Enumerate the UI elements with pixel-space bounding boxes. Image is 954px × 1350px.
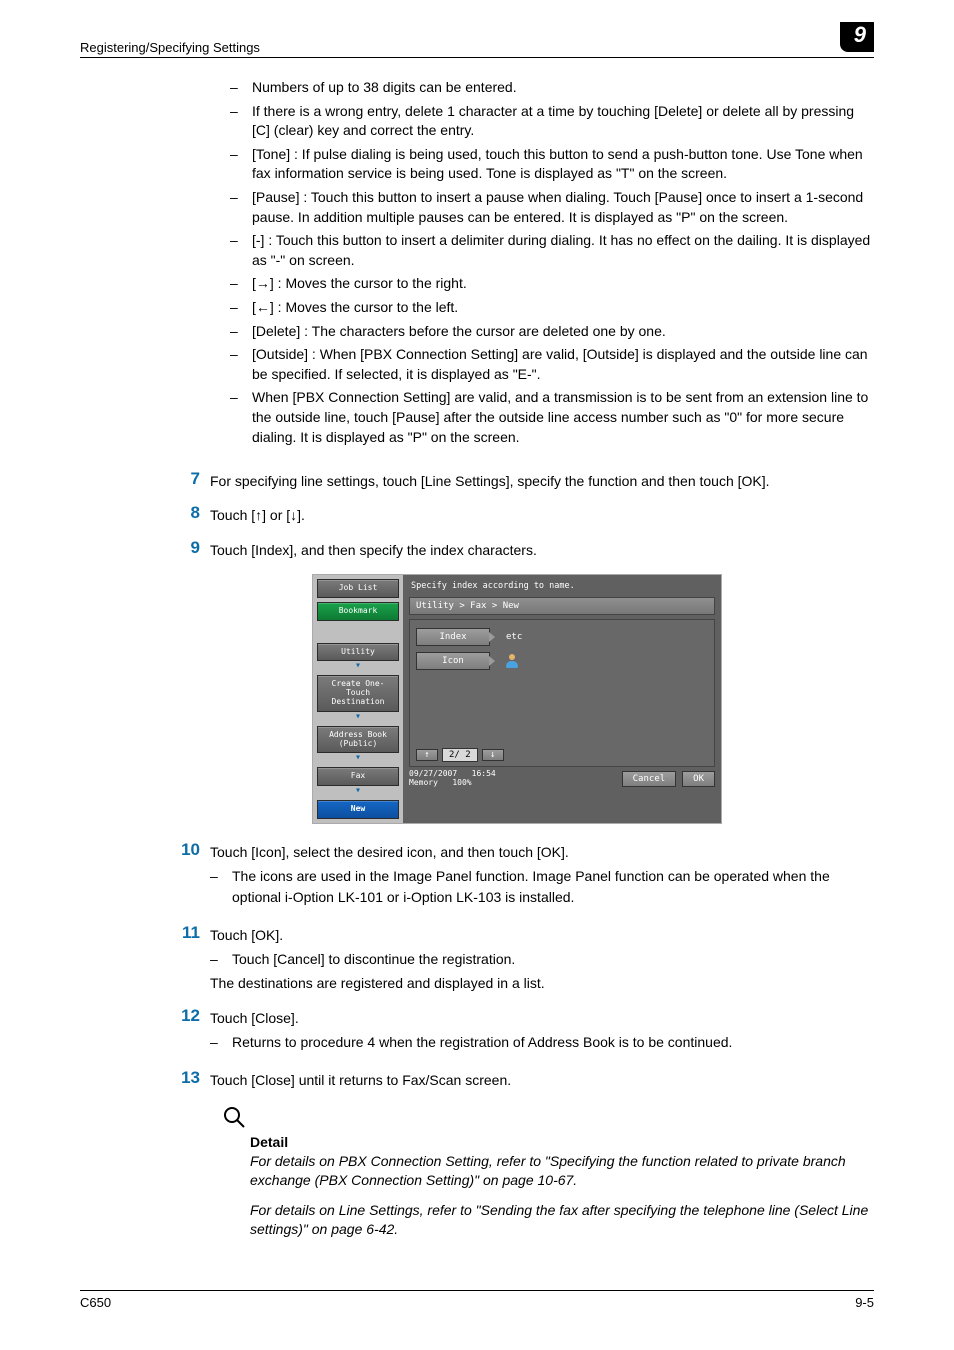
- step-number: 10: [160, 840, 200, 860]
- footer-time: 16:54: [472, 769, 496, 778]
- step-number: 8: [160, 503, 200, 523]
- detail-heading: Detail: [250, 1134, 874, 1150]
- footer-mem-value: 100%: [452, 778, 471, 787]
- fax-button[interactable]: Fax: [317, 767, 399, 786]
- footer-left: C650: [80, 1295, 111, 1310]
- step-12: 12 Touch [Close]. Returns to procedure 4…: [160, 1008, 874, 1057]
- user-icon: [506, 654, 520, 668]
- list-item: [→] : Moves the cursor to the right.: [230, 274, 874, 294]
- list-item: Numbers of up to 38 digits can be entere…: [230, 78, 874, 98]
- footer-right: 9-5: [855, 1295, 874, 1310]
- index-row: Index etc: [416, 628, 708, 646]
- index-value: etc: [506, 632, 522, 642]
- device-title: Specify index according to name.: [409, 579, 715, 593]
- step-number: 7: [160, 469, 200, 489]
- page-up-button[interactable]: ↑: [416, 749, 438, 761]
- step-text: For specifying line settings, touch [Lin…: [210, 471, 874, 491]
- list-item: [Pause] : Touch this button to insert a …: [230, 188, 874, 227]
- device-footer: 09/27/2007 16:54 Memory 100% Cancel OK: [409, 767, 715, 788]
- step-number: 9: [160, 538, 200, 558]
- list-item: [Delete] : The characters before the cur…: [230, 322, 874, 342]
- bookmark-button[interactable]: Bookmark: [317, 602, 399, 621]
- list-item: When [PBX Connection Setting] are valid,…: [230, 388, 874, 447]
- page-header: Registering/Specifying Settings 9: [80, 40, 874, 58]
- section-title: Registering/Specifying Settings: [80, 40, 260, 55]
- notes-list: Numbers of up to 38 digits can be entere…: [230, 78, 874, 447]
- arrow-down-icon: ▾: [313, 752, 403, 763]
- new-button[interactable]: New: [317, 800, 399, 819]
- create-destination-button[interactable]: Create One-Touch Destination: [317, 675, 399, 711]
- page-down-button[interactable]: ↓: [482, 749, 504, 761]
- list-item: [Outside] : When [PBX Connection Setting…: [230, 345, 874, 384]
- device-tray: Index etc Icon ↑ 2/ 2 ↓: [409, 619, 715, 767]
- step-text: Touch [Close].: [210, 1008, 874, 1028]
- detail-block: Detail For details on PBX Connection Set…: [250, 1105, 874, 1240]
- step-number: 11: [160, 923, 200, 943]
- arrow-down-icon: ▾: [313, 711, 403, 722]
- device-sidebar: Job List Bookmark Utility ▾ Create One-T…: [313, 575, 403, 823]
- icon-row: Icon: [416, 652, 708, 670]
- step-text: Touch [↑] or [↓].: [210, 505, 874, 525]
- step-text: Touch [Icon], select the desired icon, a…: [210, 842, 874, 862]
- pager: ↑ 2/ 2 ↓: [416, 748, 504, 762]
- step-10: 10 Touch [Icon], select the desired icon…: [160, 842, 874, 911]
- page-indicator: 2/ 2: [442, 748, 478, 762]
- step-text: Touch [Index], and then specify the inde…: [210, 540, 874, 560]
- step-9: 9 Touch [Index], and then specify the in…: [160, 540, 874, 560]
- job-list-button[interactable]: Job List: [317, 579, 399, 598]
- step-13: 13 Touch [Close] until it returns to Fax…: [160, 1070, 874, 1090]
- list-item: [←] : Moves the cursor to the left.: [230, 298, 874, 318]
- list-item: [-] : Touch this button to insert a deli…: [230, 231, 874, 270]
- step-note: The destinations are registered and disp…: [210, 973, 874, 993]
- step-7: 7 For specifying line settings, touch [L…: [160, 471, 874, 491]
- list-item: If there is a wrong entry, delete 1 char…: [230, 102, 874, 141]
- device-status: 09/27/2007 16:54 Memory 100%: [409, 770, 496, 788]
- cancel-button[interactable]: Cancel: [622, 771, 677, 787]
- detail-paragraph: For details on PBX Connection Setting, r…: [250, 1152, 874, 1191]
- step-number: 13: [160, 1068, 200, 1088]
- arrow-down-icon: ▾: [313, 660, 403, 671]
- footer-mem-label: Memory: [409, 778, 438, 787]
- ok-button[interactable]: OK: [682, 771, 715, 787]
- footer-date: 09/27/2007: [409, 769, 457, 778]
- icon-button[interactable]: Icon: [416, 652, 490, 670]
- step-text: Touch [OK].: [210, 925, 874, 945]
- step-8: 8 Touch [↑] or [↓].: [160, 505, 874, 525]
- list-item: [Tone] : If pulse dialing is being used,…: [230, 145, 874, 184]
- utility-button[interactable]: Utility: [317, 643, 399, 662]
- address-book-button[interactable]: Address Book (Public): [317, 726, 399, 754]
- step-number: 12: [160, 1006, 200, 1026]
- list-item: Touch [Cancel] to discontinue the regist…: [210, 949, 874, 969]
- step-text: Touch [Close] until it returns to Fax/Sc…: [210, 1070, 874, 1090]
- device-breadcrumb: Utility > Fax > New: [409, 597, 715, 615]
- page-footer: C650 9-5: [80, 1290, 874, 1310]
- step-11: 11 Touch [OK]. Touch [Cancel] to discont…: [160, 925, 874, 994]
- device-main: Specify index according to name. Utility…: [403, 575, 721, 823]
- list-item: The icons are used in the Image Panel fu…: [210, 866, 874, 907]
- chapter-number: 9: [840, 22, 874, 52]
- index-button[interactable]: Index: [416, 628, 490, 646]
- main-content: Numbers of up to 38 digits can be entere…: [160, 78, 874, 1240]
- arrow-down-icon: ▾: [313, 785, 403, 796]
- magnifier-icon: [222, 1105, 246, 1129]
- device-screenshot: Job List Bookmark Utility ▾ Create One-T…: [312, 574, 722, 824]
- list-item: Returns to procedure 4 when the registra…: [210, 1032, 874, 1052]
- detail-paragraph: For details on Line Settings, refer to "…: [250, 1201, 874, 1240]
